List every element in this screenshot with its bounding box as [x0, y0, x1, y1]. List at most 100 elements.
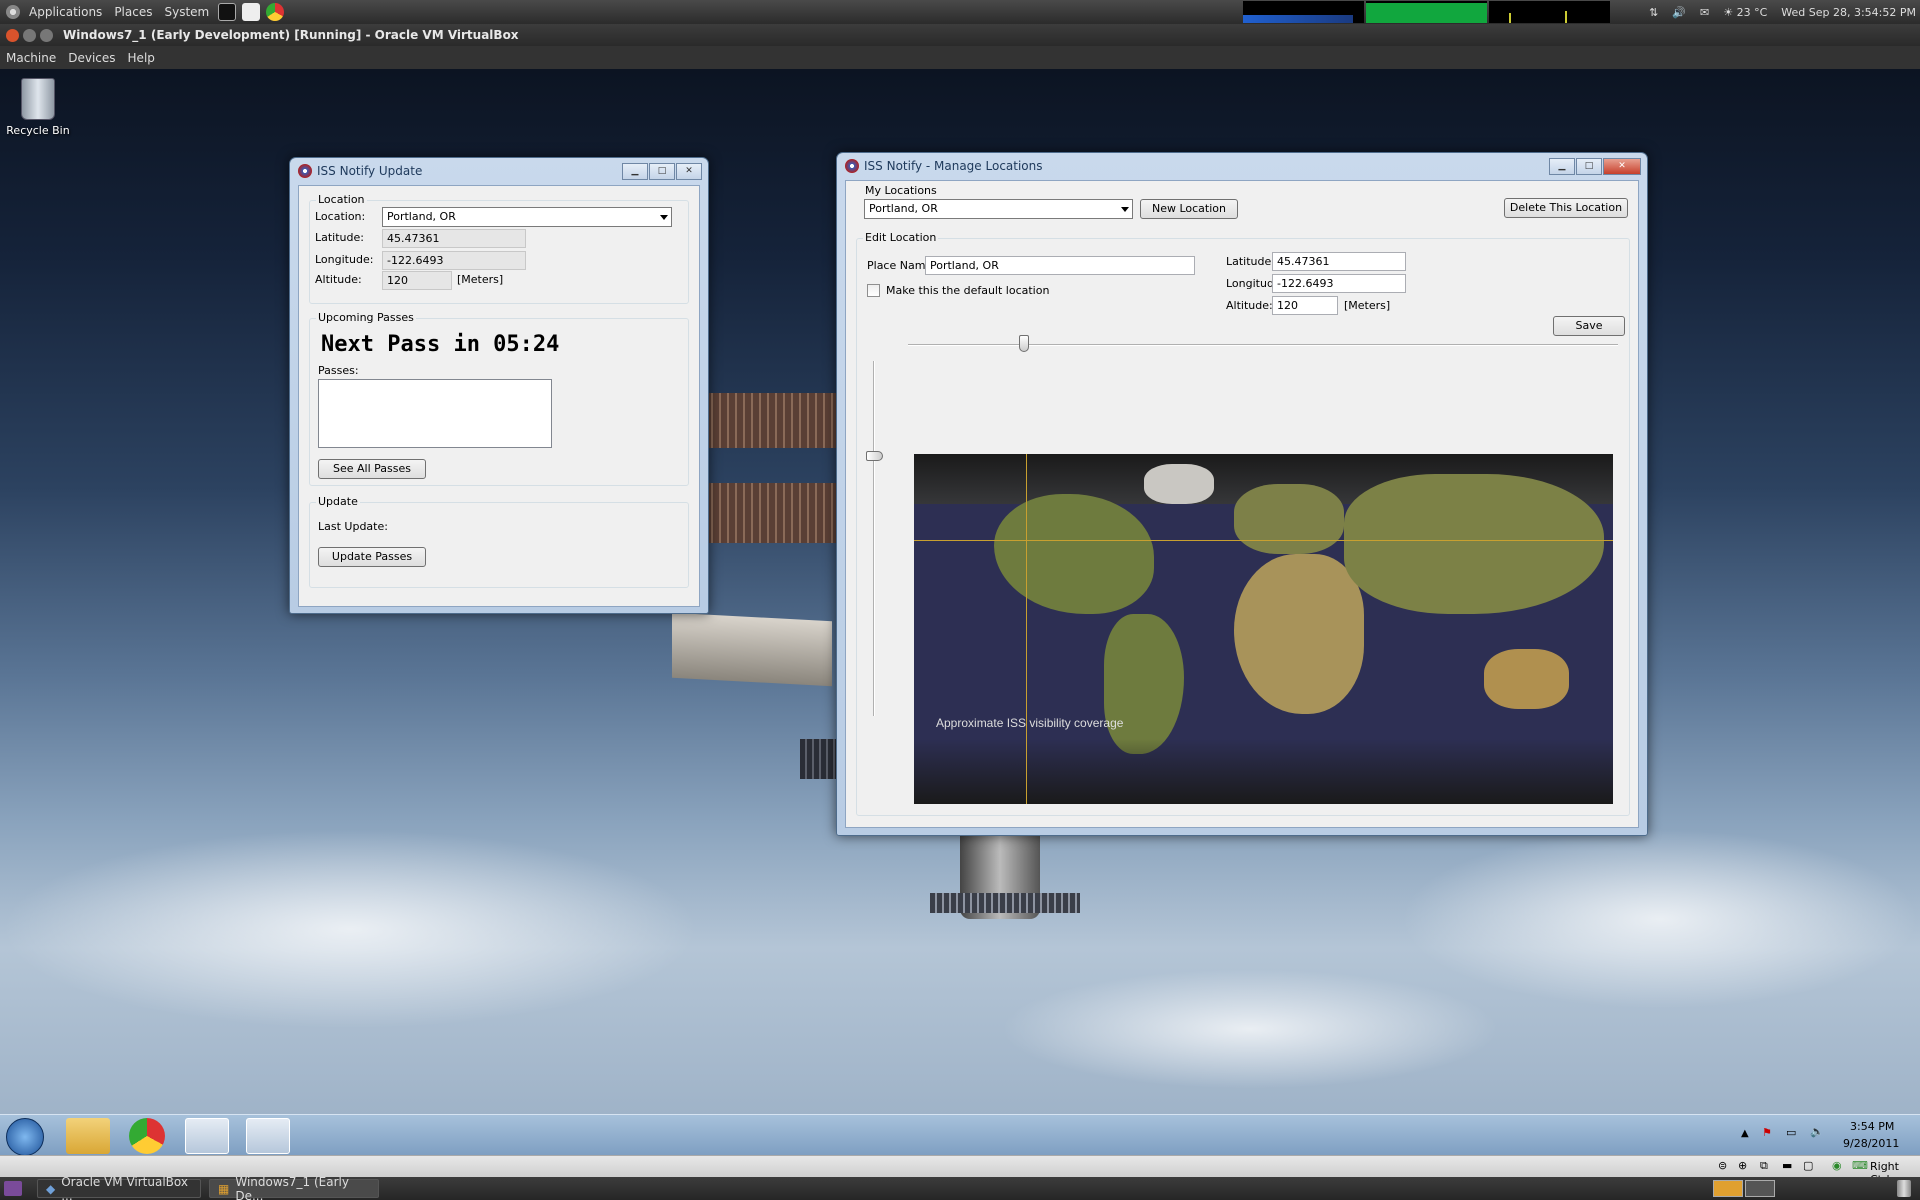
passes-label: Passes: [318, 364, 359, 377]
place-name-input[interactable]: Portland, OR [925, 256, 1195, 275]
hard-disk-icon[interactable]: ⊜ [1718, 1159, 1727, 1172]
action-center-icon[interactable]: ⚑ [1762, 1126, 1772, 1139]
window-titlebar[interactable]: ISS Notify - Manage Locations [837, 153, 1647, 179]
network-adapter-icon[interactable]: ⧉ [1760, 1159, 1768, 1173]
iss-notify-icon[interactable] [246, 1118, 290, 1154]
network-tray-icon[interactable]: ▭ [1786, 1126, 1796, 1139]
update-passes-button[interactable]: Update Passes [318, 547, 426, 567]
altitude-label: Altitude: [315, 273, 362, 286]
close-button[interactable]: ✕ [676, 163, 702, 180]
recycle-bin[interactable]: Recycle Bin [6, 78, 70, 137]
virtualbox-icon: ◆ [46, 1182, 56, 1196]
iss-app-icon [845, 159, 859, 173]
latitude-label: Latitude: [315, 231, 364, 244]
chrome-icon[interactable] [266, 3, 285, 21]
shared-folder-icon[interactable]: ▬ [1782, 1159, 1792, 1172]
longitude-field[interactable]: -122.6493 [382, 251, 526, 270]
group-label: Update [316, 495, 360, 508]
text-editor-icon[interactable] [242, 3, 261, 21]
latitude-crosshair [914, 540, 1613, 541]
group-label: Upcoming Passes [316, 311, 416, 324]
minimize-button[interactable]: ▁ [622, 163, 648, 180]
my-locations-label: My Locations [865, 184, 937, 197]
volume-tray-icon[interactable]: 🔈 [1810, 1125, 1824, 1138]
see-all-passes-button[interactable]: See All Passes [318, 459, 426, 479]
group-label: Edit Location [863, 231, 939, 244]
world-map[interactable]: Approximate ISS visibility coverage [914, 454, 1613, 804]
latitude-slider-track[interactable] [873, 361, 875, 716]
altitude-input[interactable]: 120 [1272, 296, 1338, 315]
show-desktop-icon[interactable] [4, 1181, 22, 1196]
cloud [1400, 829, 1920, 1009]
taskbar-date[interactable]: 9/28/2011 [1843, 1137, 1899, 1150]
memory-graph [1366, 1, 1487, 23]
volume-icon[interactable]: 🔊 [1672, 6, 1686, 19]
keyboard-icon[interactable]: ⌨ [1852, 1159, 1868, 1172]
new-location-button[interactable]: New Location [1140, 199, 1238, 219]
csharp-ide-icon[interactable] [185, 1118, 229, 1154]
temperature: 23 °C [1736, 5, 1768, 19]
system-menu[interactable]: System [164, 5, 209, 19]
terminal-icon[interactable] [218, 3, 237, 21]
latitude-slider-thumb[interactable] [866, 451, 883, 461]
longitude-slider-track[interactable] [908, 344, 1618, 346]
selected-location: Portland, OR [869, 202, 938, 215]
maximize-button[interactable]: □ [649, 163, 675, 180]
weather-icon[interactable]: ☀ 23 °C [1723, 6, 1767, 19]
longitude-slider-thumb[interactable] [1019, 335, 1029, 352]
capture-icon[interactable]: ◉ [1832, 1159, 1842, 1172]
task-label: Oracle VM VirtualBox ... [61, 1175, 188, 1200]
show-hidden-icons-icon[interactable]: ▲ [1741, 1128, 1749, 1139]
menu-help[interactable]: Help [128, 51, 155, 65]
maximize-icon[interactable] [40, 28, 53, 42]
task-windows7-vm[interactable]: ▦ Windows7_1 (Early De... [209, 1175, 379, 1200]
workspace-switcher[interactable] [1713, 1180, 1743, 1197]
menu-machine[interactable]: Machine [6, 51, 56, 65]
save-button[interactable]: Save [1553, 316, 1625, 336]
optical-drive-icon[interactable]: ⊕ [1738, 1159, 1747, 1172]
close-button[interactable]: ✕ [1603, 158, 1641, 175]
places-menu[interactable]: Places [114, 5, 152, 19]
explorer-icon[interactable] [66, 1118, 110, 1154]
usb-icon[interactable]: ▢ [1803, 1159, 1813, 1172]
default-location-checkbox[interactable] [867, 284, 880, 297]
longitude-input[interactable]: -122.6493 [1272, 274, 1406, 293]
update-group: Update [309, 495, 689, 588]
clock[interactable]: Wed Sep 28, 3:54:52 PM [1781, 6, 1916, 19]
minimize-button[interactable]: ▁ [1549, 158, 1575, 175]
vm-window-icon: ▦ [218, 1182, 230, 1196]
latitude-input[interactable]: 45.47361 [1272, 252, 1406, 271]
passes-list[interactable] [318, 379, 552, 448]
cloud [1000, 969, 1500, 1089]
altitude-field[interactable]: 120 [382, 271, 452, 290]
altitude-unit: [Meters] [1344, 299, 1391, 312]
latitude-label: Latitude: [1226, 255, 1275, 268]
delete-location-button[interactable]: Delete This Location [1504, 198, 1628, 218]
guest-desktop: Recycle Bin ISS Notify Update ▁ □ ✕ Loca… [0, 69, 1920, 1115]
ubuntu-logo-icon[interactable] [6, 5, 20, 19]
default-location-label: Make this the default location [886, 284, 1050, 297]
workspace-switcher[interactable] [1745, 1180, 1775, 1197]
africa [1234, 554, 1364, 714]
task-virtualbox-manager[interactable]: ◆ Oracle VM VirtualBox ... [37, 1175, 201, 1200]
close-icon[interactable] [6, 28, 19, 42]
my-locations-dropdown[interactable]: Portland, OR [864, 199, 1133, 219]
iss-update-window: ISS Notify Update ▁ □ ✕ Location Locatio… [289, 157, 709, 614]
window-title: ISS Notify Update [317, 164, 423, 178]
taskbar-time[interactable]: 3:54 PM [1850, 1120, 1894, 1133]
greenland [1144, 464, 1214, 504]
network-icon[interactable]: ⇅ [1649, 6, 1658, 19]
start-button[interactable] [6, 1118, 44, 1156]
minimize-icon[interactable] [23, 28, 36, 42]
window-title: ISS Notify - Manage Locations [864, 159, 1043, 173]
chrome-icon[interactable] [129, 1118, 165, 1154]
latitude-field[interactable]: 45.47361 [382, 229, 526, 248]
top-tray: ⇅ 🔊 ✉ ☀ 23 °C Wed Sep 28, 3:54:52 PM [1649, 0, 1916, 24]
location-dropdown[interactable]: Portland, OR [382, 207, 672, 227]
mail-icon[interactable]: ✉ [1700, 6, 1709, 19]
maximize-button[interactable]: □ [1576, 158, 1602, 175]
applications-menu[interactable]: Applications [29, 5, 102, 19]
recycle-bin-label: Recycle Bin [6, 124, 70, 137]
trash-icon[interactable] [1897, 1180, 1911, 1197]
menu-devices[interactable]: Devices [68, 51, 115, 65]
